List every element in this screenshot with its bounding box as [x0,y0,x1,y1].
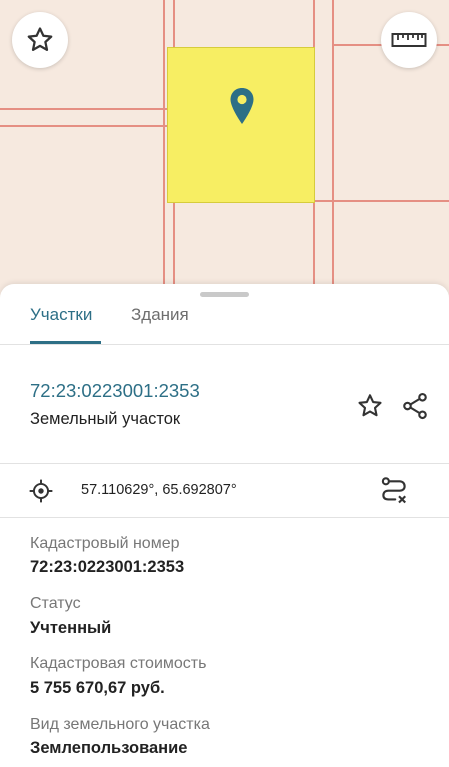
favorite-map-button[interactable] [12,12,68,68]
active-tab-indicator [30,341,101,344]
field-value-cadastral-value: 5 755 670,67 руб. [30,679,165,697]
coordinates-text: 57.110629°, 65.692807° [81,482,237,498]
cadastral-number-link[interactable]: 72:23:0223001:2353 [30,380,200,402]
location-pin-icon [230,88,254,124]
tab-bar: Участки Здания [0,284,449,345]
boundary-line [173,0,175,47]
gps-target-icon [29,479,53,503]
boundary-line [163,0,165,300]
boundary-line [0,125,167,127]
field-label-cadastral-value: Кадастровая стоимость [30,655,207,672]
field-value-status: Учтенный [30,619,112,637]
boundary-line [0,108,167,110]
locate-button[interactable] [27,477,55,505]
tab-parcels[interactable]: Участки [30,305,92,325]
selected-parcel[interactable] [167,47,315,203]
tab-buildings[interactable]: Здания [131,305,189,325]
parcel-type-label: Земельный участок [30,410,181,428]
star-outline-icon [27,27,53,51]
divider [0,517,449,518]
ruler-button[interactable] [381,12,437,68]
share-icon [403,392,427,420]
field-label-status: Статус [30,595,81,612]
boundary-line [315,200,449,202]
bottom-sheet: Участки Здания 72:23:0223001:2353 Земель… [0,284,449,767]
field-label-cadastral-number: Кадастровый номер [30,535,180,552]
field-label-land-type: Вид земельного участка [30,716,210,733]
share-button[interactable] [398,389,432,423]
divider [0,463,449,464]
route-icon [381,477,407,504]
star-outline-icon [358,394,382,417]
field-value-land-type: Землепользование [30,739,188,757]
route-button[interactable] [378,474,410,506]
field-value-cadastral-number: 72:23:0223001:2353 [30,558,185,576]
ruler-icon [391,33,427,47]
favorite-button[interactable] [354,390,386,422]
map-view[interactable] [0,0,449,300]
